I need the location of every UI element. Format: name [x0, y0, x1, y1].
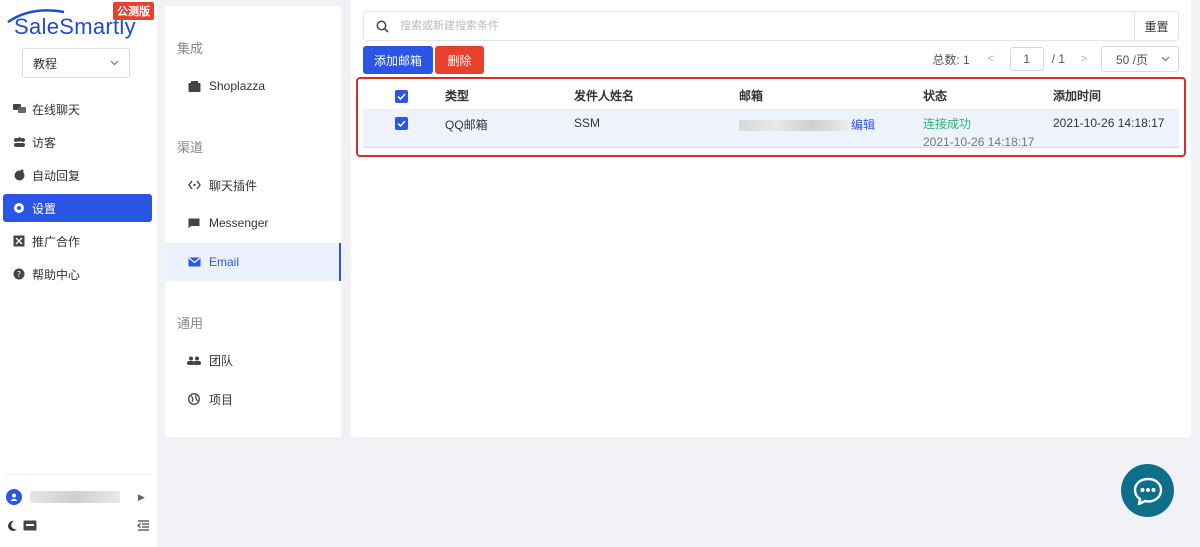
search-input[interactable] [400, 13, 1134, 39]
check-icon [395, 89, 408, 103]
row-checkbox[interactable] [395, 116, 408, 130]
next-page-icon[interactable]: > [1073, 53, 1095, 65]
chat-widget-button[interactable] [1121, 464, 1174, 517]
menu-item-team[interactable]: 团队 [165, 341, 341, 379]
section-title-general: 通用 [177, 316, 204, 331]
project-select[interactable]: 教程 [22, 48, 130, 78]
nav-item-partner[interactable]: 推广合作 [3, 227, 152, 255]
search-icon [364, 20, 400, 33]
collapse-menu-icon[interactable] [137, 520, 150, 534]
project-select-value: 教程 [33, 56, 58, 71]
column-header-email: 邮箱 [739, 89, 764, 103]
cell-status: 连接成功 2021-10-26 14:18:17 [923, 115, 1034, 149]
visitors-icon [12, 135, 26, 149]
cell-email: 编辑 [739, 116, 875, 133]
edit-link[interactable]: 编辑 [851, 118, 875, 132]
mail-icon [187, 255, 201, 269]
settings-icon [12, 201, 26, 215]
prev-page-icon[interactable]: < [980, 53, 1002, 65]
chevron-down-icon [110, 60, 119, 66]
menu-item-project[interactable]: 项目 [165, 380, 341, 418]
page-size-select[interactable]: 50 /页 [1101, 46, 1179, 72]
nav-item-visitors[interactable]: 访客 [3, 128, 152, 156]
message-icon [187, 216, 201, 230]
select-all-checkbox[interactable] [395, 89, 408, 103]
language-icon[interactable] [23, 520, 37, 534]
nav-item-auto-reply[interactable]: 自动回复 [3, 161, 152, 189]
chat-icon [12, 102, 26, 116]
page-count: / 1 [1051, 52, 1065, 66]
section-title-integration: 集成 [177, 41, 204, 56]
beta-badge: 公测版 [113, 2, 154, 20]
nav-tools [6, 518, 150, 536]
check-icon [395, 117, 408, 130]
cell-sender: SSM [574, 116, 601, 130]
menu-item-label: Shoplazza [209, 79, 266, 93]
column-header-sender: 发件人姓名 [574, 89, 635, 103]
pagination: 总数: 1 < 1 / 1 > 50 /页 [932, 46, 1179, 72]
menu-item-label: Email [209, 255, 240, 269]
delete-button[interactable]: 删除 [435, 46, 484, 74]
menu-item-label: 团队 [209, 353, 234, 368]
nav-item-label: 访客 [32, 135, 57, 150]
nav-list: 在线聊天 访客 自动回复 设置 推广合作 ? 帮助中心 [0, 95, 157, 293]
nav-item-label: 在线聊天 [32, 102, 81, 117]
menu-item-label: 项目 [209, 392, 234, 407]
email-settings-panel: 重置 添加邮箱 删除 总数: 1 < 1 / 1 > 50 /页 类型 发件人姓… [351, 0, 1191, 437]
add-email-button[interactable]: 添加邮箱 [363, 46, 433, 74]
nav-item-label: 帮助中心 [32, 267, 81, 282]
table-row[interactable]: QQ邮箱 SSM 编辑 连接成功 2021-10-26 14:18:17 202… [363, 110, 1179, 149]
store-icon [187, 79, 201, 93]
help-icon: ? [12, 267, 26, 281]
dark-mode-icon[interactable] [6, 520, 18, 535]
total-count: 总数: 1 [932, 52, 970, 67]
search-bar: 重置 [363, 11, 1179, 41]
menu-item-email[interactable]: Email [165, 243, 341, 281]
menu-item-messenger[interactable]: Messenger [165, 204, 341, 242]
menu-item-label: Messenger [209, 216, 269, 230]
page-size-value: 50 /页 [1116, 52, 1149, 67]
page-input[interactable]: 1 [1009, 47, 1044, 71]
status-badge: 连接成功 [923, 117, 972, 131]
robot-icon [12, 168, 26, 182]
nav-bottom-divider [6, 474, 151, 475]
nav-item-help[interactable]: ? 帮助中心 [3, 260, 152, 288]
menu-item-chat-plugin[interactable]: 聊天插件 [165, 166, 341, 204]
user-name-redacted [30, 491, 120, 503]
partner-icon [12, 234, 26, 248]
left-nav: SaleSmartly 公测版 教程 在线聊天 访客 自动回复 设置 推广合作 … [0, 0, 157, 547]
user-menu[interactable]: ▶ [6, 488, 146, 506]
column-header-type: 类型 [445, 89, 470, 103]
column-header-added-time: 添加时间 [1053, 89, 1102, 103]
cell-added-time: 2021-10-26 14:18:17 [1053, 116, 1165, 130]
chat-bubble-icon [1133, 477, 1162, 505]
menu-item-label: 聊天插件 [209, 178, 258, 193]
svg-text:?: ? [17, 270, 21, 279]
email-table: 类型 发件人姓名 邮箱 状态 添加时间 QQ邮箱 SSM 编辑 连接成功 202… [363, 82, 1179, 149]
caret-right-icon: ▶ [138, 491, 145, 502]
cell-type: QQ邮箱 [445, 118, 488, 132]
table-header: 类型 发件人姓名 邮箱 状态 添加时间 [363, 82, 1179, 110]
status-time: 2021-10-26 14:18:17 [923, 135, 1035, 149]
nav-item-label: 自动回复 [32, 168, 81, 183]
reset-button[interactable]: 重置 [1134, 12, 1178, 40]
menu-item-shoplazza[interactable]: Shoplazza [165, 67, 341, 105]
avatar [6, 489, 22, 505]
column-header-status: 状态 [923, 89, 948, 103]
nav-item-label: 设置 [32, 201, 57, 216]
brand-logo[interactable]: SaleSmartly 公测版 [6, 2, 154, 42]
globe-icon [187, 392, 201, 406]
nav-item-settings[interactable]: 设置 [3, 194, 152, 222]
chevron-down-icon [1161, 56, 1170, 62]
settings-menu: 集成 Shoplazza 渠道 聊天插件 Messenger Email 通用 … [165, 6, 341, 437]
code-icon [187, 178, 201, 192]
nav-item-live-chat[interactable]: 在线聊天 [3, 95, 152, 123]
email-redacted [739, 120, 849, 132]
section-title-channels: 渠道 [177, 140, 204, 155]
nav-item-label: 推广合作 [32, 234, 81, 249]
team-icon [187, 353, 201, 367]
